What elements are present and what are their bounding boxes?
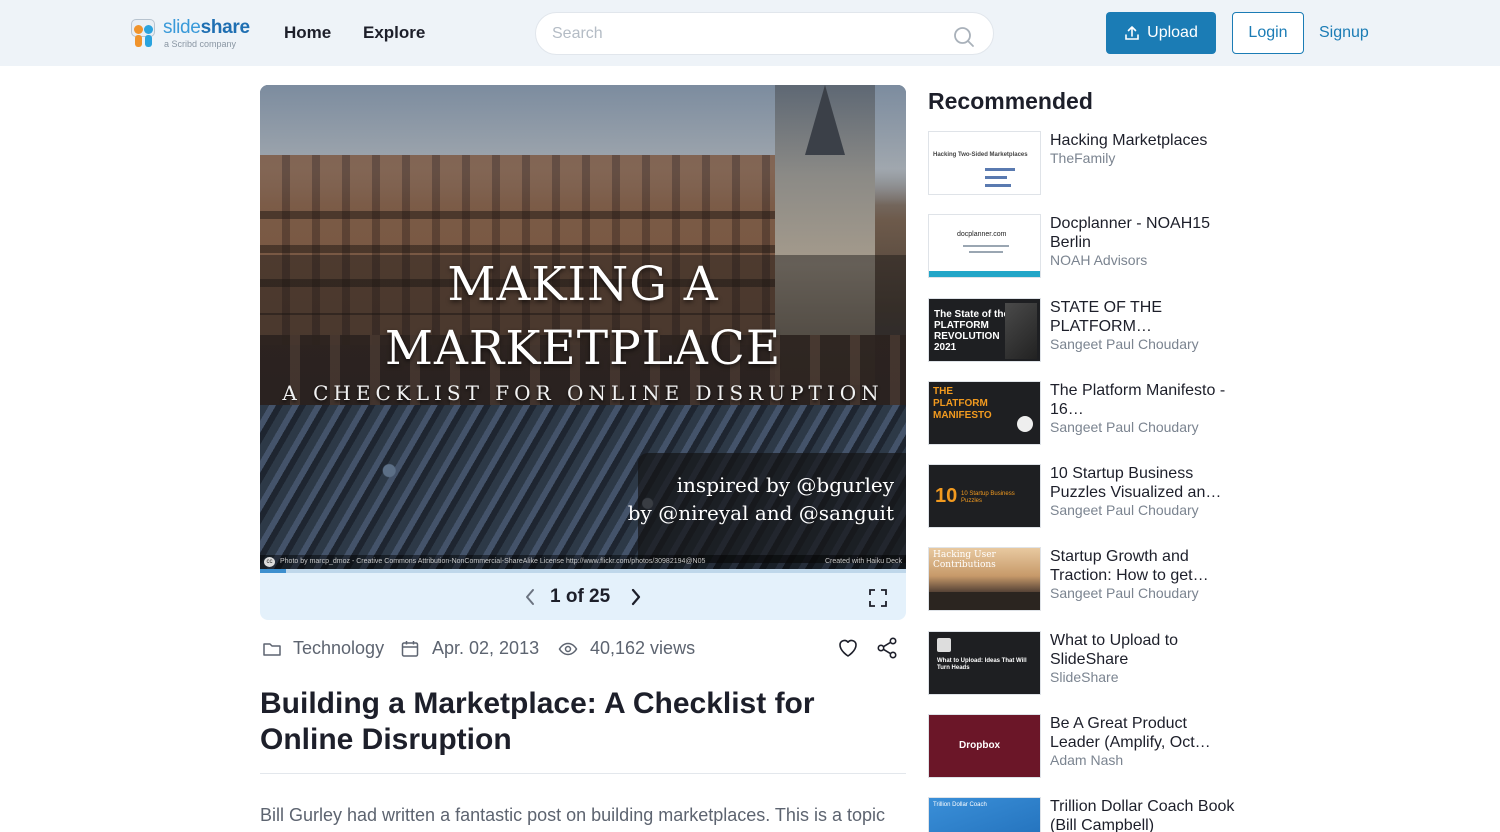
search-icon[interactable] [953, 26, 975, 48]
signup-link[interactable]: Signup [1319, 24, 1369, 42]
recommended-item[interactable]: Hacking Two-Sided Marketplaces Hacking M… [928, 131, 1248, 201]
recommended-thumbnail[interactable]: What to Upload: Ideas That Will Turn Hea… [928, 631, 1041, 695]
recommended-thumbnail[interactable]: Hacking Two-Sided Marketplaces [928, 131, 1041, 195]
recommended-title[interactable]: STATE OF THE PLATFORM… [1050, 298, 1235, 336]
slide-license-strip: cc Photo by marcp_dmoz - Creative Common… [260, 555, 906, 569]
recommended-thumbnail[interactable]: Trillion Dollar Coach [928, 797, 1041, 832]
calendar-icon [401, 641, 419, 657]
recommended-thumbnail[interactable]: Dropbox [928, 714, 1041, 778]
share-icon[interactable] [875, 636, 899, 660]
recommended-title[interactable]: Trillion Dollar Coach Book (Bill Campbel… [1050, 797, 1235, 832]
creative-commons-icon: cc [264, 557, 275, 567]
recommended-item[interactable]: Hacking User Contributions Startup Growt… [928, 547, 1248, 617]
recommended-item[interactable]: What to Upload: Ideas That Will Turn Hea… [928, 631, 1248, 701]
recommended-title[interactable]: 10 Startup Business Puzzles Visualized a… [1050, 464, 1235, 502]
recommended-thumbnail[interactable]: THE PLATFORM MANIFESTO [928, 381, 1041, 445]
recommended-title[interactable]: Be A Great Product Leader (Amplify, Oct… [1050, 714, 1235, 752]
top-navbar: slideshare a Scribd company Home Explore… [0, 0, 1500, 66]
fullscreen-icon[interactable] [868, 588, 888, 608]
slide-credit-authors: by @nireyal and @sanguit [627, 501, 894, 525]
recommended-author: NOAH Advisors [1050, 252, 1148, 268]
login-button[interactable]: Login [1232, 12, 1304, 54]
recommended-author: SlideShare [1050, 669, 1119, 685]
recommended-author: Sangeet Paul Choudary [1050, 585, 1199, 601]
view-count: 40,162 views [590, 638, 696, 658]
slide-meta-row: Technology Apr. 02, 2013 40,162 views [260, 636, 906, 660]
recommended-item[interactable]: 10 10 Startup Business Puzzles 10 Startu… [928, 464, 1248, 534]
recommended-thumbnail[interactable]: docplanner.com [928, 214, 1041, 278]
recommended-thumbnail[interactable]: Hacking User Contributions [928, 547, 1041, 611]
recommended-heading: Recommended [928, 88, 1093, 114]
recommended-item[interactable]: Dropbox Be A Great Product Leader (Ampli… [928, 714, 1248, 784]
slide-image[interactable]: MAKING A MARKETPLACE A CHECKLIST FOR ONL… [260, 85, 906, 569]
slideshare-logo[interactable]: slideshare a Scribd company [129, 15, 250, 51]
upload-button[interactable]: Upload [1106, 12, 1216, 54]
recommended-title[interactable]: What to Upload to SlideShare [1050, 631, 1235, 669]
divider [260, 773, 906, 774]
next-slide-icon[interactable] [628, 587, 644, 607]
heart-icon[interactable] [836, 636, 860, 660]
upload-button-label: Upload [1147, 24, 1198, 41]
recommended-author: Sangeet Paul Choudary [1050, 502, 1199, 518]
recommended-item[interactable]: THE PLATFORM MANIFESTO The Platform Mani… [928, 381, 1248, 451]
upload-icon [1125, 26, 1139, 40]
slide-progress-bar [260, 569, 906, 573]
search-box [535, 12, 994, 55]
recommended-title[interactable]: The Platform Manifesto - 16… [1050, 381, 1235, 419]
slideshare-logo-icon [129, 17, 159, 49]
search-input[interactable] [552, 23, 942, 45]
recommended-thumbnail[interactable]: 10 10 Startup Business Puzzles [928, 464, 1041, 528]
recommended-item[interactable]: The State of the PLATFORM REVOLUTION 202… [928, 298, 1248, 368]
nav-explore-link[interactable]: Explore [363, 23, 425, 43]
logo-tagline: a Scribd company [164, 38, 237, 49]
slide-viewer: MAKING A MARKETPLACE A CHECKLIST FOR ONL… [260, 85, 906, 620]
recommended-item[interactable]: docplanner.com Docplanner - NOAH15 Berli… [928, 214, 1248, 284]
recommended-thumbnail[interactable]: The State of the PLATFORM REVOLUTION 202… [928, 298, 1041, 362]
folder-icon [263, 643, 281, 656]
recommended-title[interactable]: Docplanner - NOAH15 Berlin [1050, 214, 1235, 252]
document-title: Building a Marketplace: A Checklist for … [260, 687, 815, 756]
slide-page-counter: 1 of 25 [550, 586, 611, 607]
slide-progress-fill [260, 569, 286, 573]
slide-pager: 1 of 25 [260, 583, 906, 613]
recommended-author: TheFamily [1050, 150, 1116, 166]
recommended-author: Sangeet Paul Choudary [1050, 336, 1199, 352]
previous-slide-icon[interactable] [522, 587, 538, 607]
category-link[interactable]: Technology [293, 638, 384, 659]
recommended-title[interactable]: Hacking Marketplaces [1050, 131, 1235, 150]
logo-wordmark: slideshare [163, 16, 250, 38]
recommended-title[interactable]: Startup Growth and Traction: How to get… [1050, 547, 1235, 585]
recommended-item[interactable]: Trillion Dollar Coach Trillion Dollar Co… [928, 797, 1248, 832]
recommended-author: Adam Nash [1050, 752, 1124, 768]
eye-icon [558, 642, 578, 656]
slide-title: MAKING A MARKETPLACE [384, 257, 782, 376]
nav-home-link[interactable]: Home [284, 23, 331, 43]
slide-subtitle: A CHECKLIST FOR ONLINE DISRUPTION [282, 381, 884, 405]
document-description: Bill Gurley had written a fantastic post… [260, 805, 885, 832]
publish-date: Apr. 02, 2013 [432, 638, 540, 658]
recommended-author: Sangeet Paul Choudary [1050, 419, 1199, 435]
slide-credit-inspired: inspired by @bgurley [676, 473, 894, 497]
